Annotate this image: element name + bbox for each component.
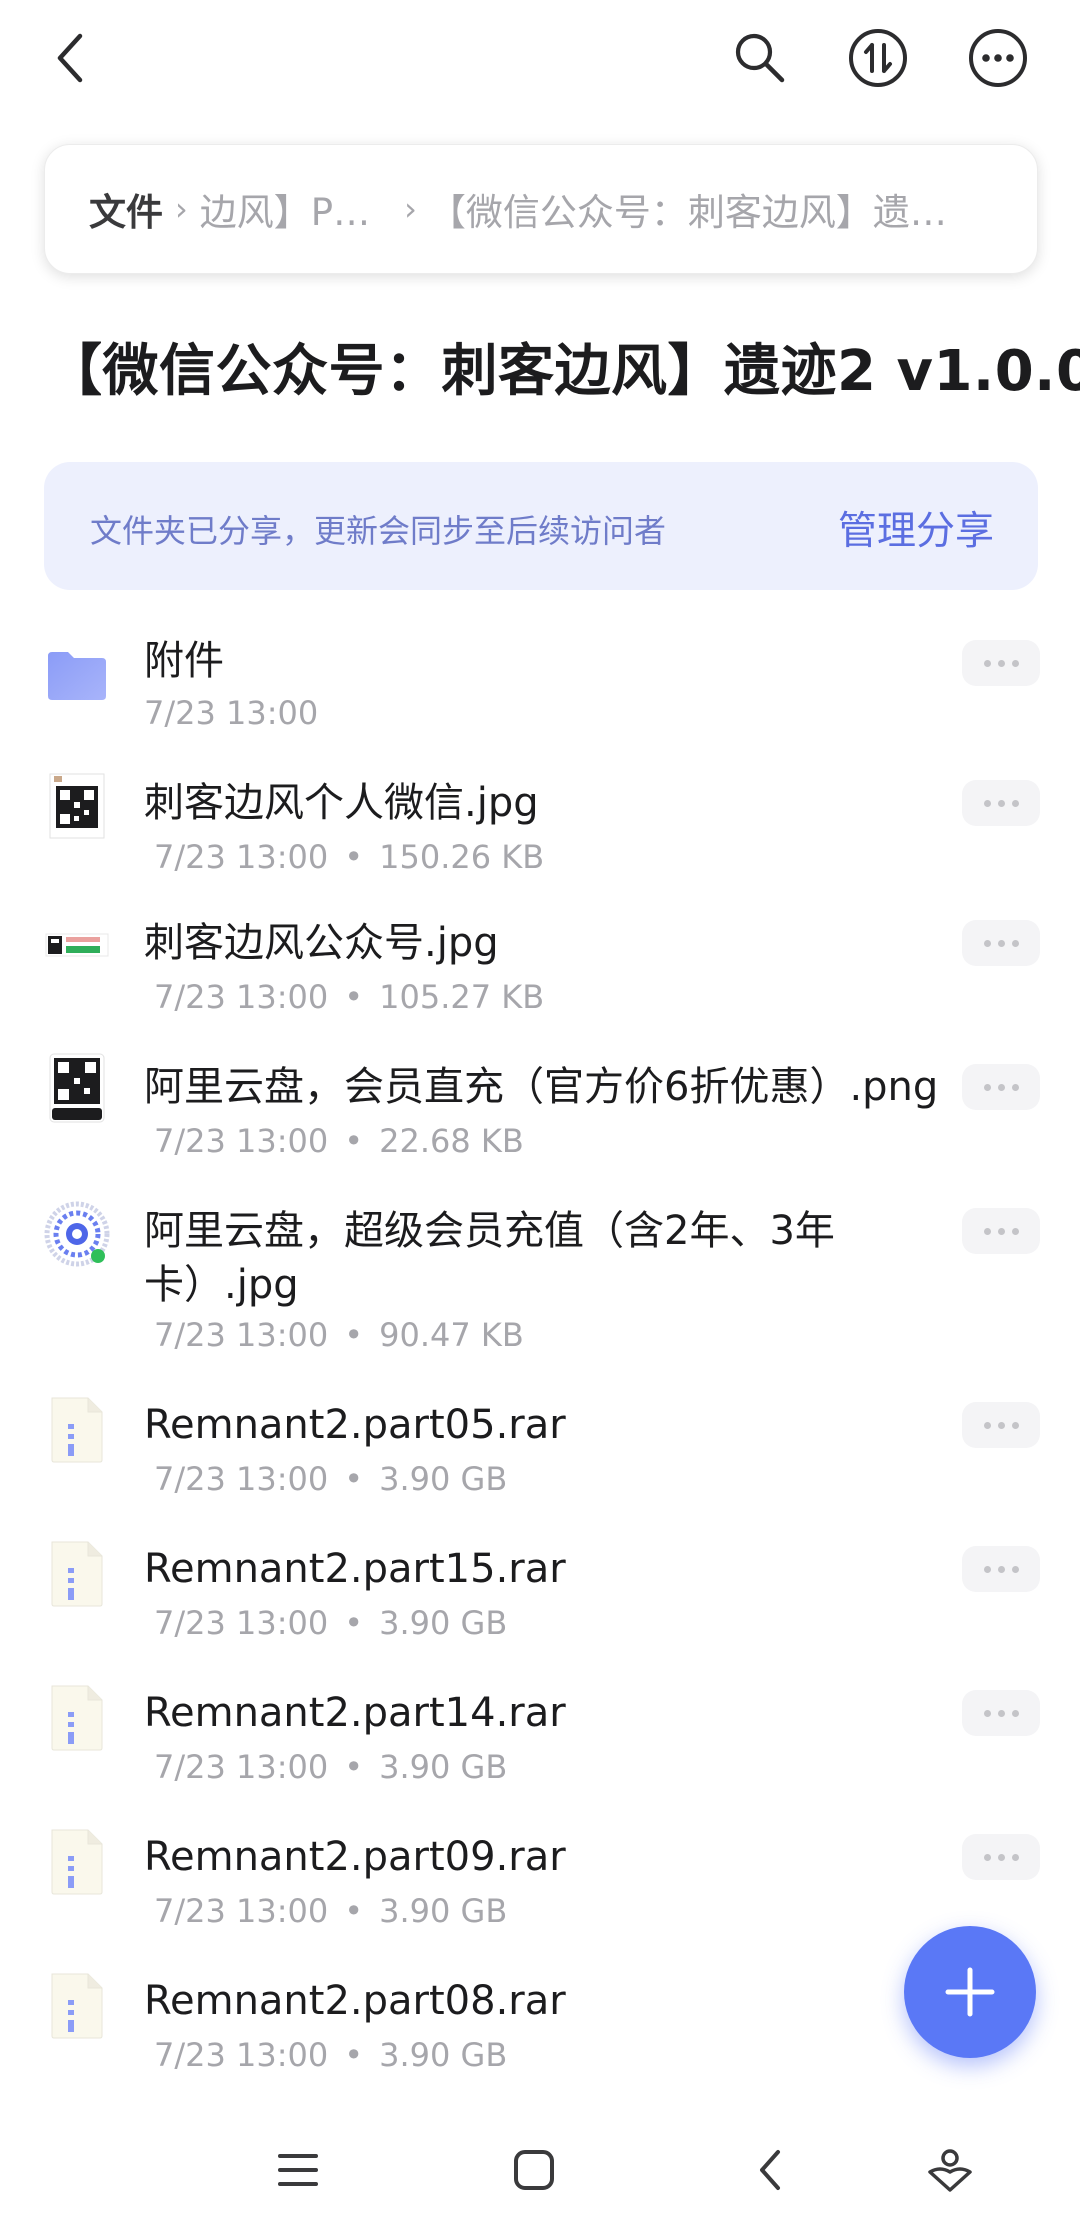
- file-size: 3.90 GB: [379, 1892, 508, 1930]
- image-qr-thumbnail-icon: [49, 773, 105, 839]
- system-back-button[interactable]: [734, 2134, 806, 2206]
- item-more-button[interactable]: [962, 1690, 1040, 1736]
- file-meta: 7/23 13:00 • 90.47 KB: [154, 1316, 524, 1354]
- file-date: 7/23 13:00: [154, 1604, 329, 1642]
- file-meta: 7/23 13:00 • 150.26 KB: [154, 838, 545, 876]
- archive-file-icon: [51, 1541, 103, 1607]
- more-button[interactable]: [960, 20, 1036, 96]
- item-more-button[interactable]: [962, 1834, 1040, 1880]
- file-meta: 7/23 13:00 • 3.90 GB: [154, 1892, 508, 1930]
- file-size: 150.26 KB: [379, 838, 545, 876]
- file-name: 阿里云盘，超级会员充值（含2年、3年卡）.jpg: [144, 1208, 835, 1308]
- system-navbar: [0, 2110, 1080, 2230]
- list-item[interactable]: Remnant2.part05.rar 7/23 13:00 • 3.90 GB: [0, 1394, 1080, 1532]
- top-toolbar: [0, 0, 1080, 120]
- home-button[interactable]: [498, 2134, 570, 2206]
- list-item[interactable]: Remnant2.part15.rar 7/23 13:00 • 3.90 GB: [0, 1538, 1080, 1676]
- menu-icon: [278, 2154, 318, 2186]
- file-name: Remnant2.part09.rar: [144, 1834, 566, 1880]
- file-name: 附件: [144, 638, 224, 684]
- file-meta: 7/23 13:00 • 22.68 KB: [154, 1122, 524, 1160]
- file-name: Remnant2.part15.rar: [144, 1546, 566, 1592]
- file-date: 7/23 13:00: [154, 1460, 329, 1498]
- breadcrumb-root[interactable]: 文件: [89, 182, 163, 236]
- file-meta: 7/23 13:00 • 105.27 KB: [154, 978, 545, 1016]
- file-date: 7/23 13:00: [154, 1122, 329, 1160]
- file-name: 阿里云盘，会员直充（官方价6折优惠）.png: [144, 1064, 939, 1110]
- file-size: 22.68 KB: [379, 1122, 524, 1160]
- item-more-button[interactable]: [962, 780, 1040, 826]
- file-name: 刺客边风个人微信.jpg: [144, 780, 539, 826]
- archive-file-icon: [51, 1973, 103, 2039]
- list-item[interactable]: 阿里云盘，会员直充（官方价6折优惠）.png 7/23 13:00 • 22.68 …: [0, 1052, 1080, 1190]
- file-meta: 7/23 13:00 • 3.90 GB: [154, 2036, 508, 2074]
- item-more-button[interactable]: [962, 1208, 1040, 1254]
- manage-share-button[interactable]: 管理分享: [838, 500, 994, 556]
- list-item[interactable]: 刺客边风个人微信.jpg 7/23 13:00 • 150.26 KB: [0, 764, 1080, 902]
- file-date: 7/23 13:00: [154, 838, 329, 876]
- breadcrumb: 文件 › 边风】P… › 【微信公众号：刺客边风】遗…: [44, 144, 1038, 274]
- list-item[interactable]: 阿里云盘，超级会员充值（含2年、3年卡）.jpg 7/23 13:00 • 90.4…: [0, 1196, 1080, 1388]
- plus-icon: [945, 1967, 995, 2017]
- item-more-button[interactable]: [962, 920, 1040, 966]
- file-name: Remnant2.part08.rar: [144, 1978, 566, 2024]
- item-more-button[interactable]: [962, 1402, 1040, 1448]
- file-size: 105.27 KB: [379, 978, 545, 1016]
- image-circle-qr-thumbnail-icon: [44, 1201, 110, 1267]
- file-date: 7/23 13:00: [154, 1892, 329, 1930]
- file-size: 3.90 GB: [379, 2036, 508, 2074]
- chevron-left-icon: [57, 33, 83, 83]
- page-title: 【微信公众号：刺客边风】遗迹2 v1.0.0: [46, 339, 1080, 404]
- item-more-button[interactable]: [962, 1064, 1040, 1110]
- archive-file-icon: [51, 1685, 103, 1751]
- file-date: 7/23 13:00: [154, 1316, 329, 1354]
- assistant-button[interactable]: [914, 2134, 986, 2206]
- sort-icon: [849, 29, 907, 87]
- file-size: 3.90 GB: [379, 1460, 508, 1498]
- back-button[interactable]: [34, 20, 110, 96]
- search-button[interactable]: [722, 20, 798, 96]
- file-size: 3.90 GB: [379, 1748, 508, 1786]
- file-meta: 7/23 13:00 • 3.90 GB: [154, 1604, 508, 1642]
- file-date: 7/23 13:00: [144, 694, 319, 732]
- share-message: 文件夹已分享，更新会同步至后续访问者: [90, 512, 667, 550]
- list-item[interactable]: Remnant2.part14.rar 7/23 13:00 • 3.90 GB: [0, 1682, 1080, 1820]
- list-item[interactable]: 附件 7/23 13:00: [0, 620, 1080, 758]
- breadcrumb-separator: ›: [404, 190, 417, 228]
- breadcrumb-separator: ›: [175, 190, 188, 228]
- archive-file-icon: [51, 1829, 103, 1895]
- archive-file-icon: [51, 1397, 103, 1463]
- file-name: Remnant2.part05.rar: [144, 1402, 566, 1448]
- file-date: 7/23 13:00: [154, 978, 329, 1016]
- list-item[interactable]: 刺客边风公众号.jpg 7/23 13:00 • 105.27 KB: [0, 908, 1080, 1046]
- file-meta: 7/23 13:00 • 3.90 GB: [154, 1460, 508, 1498]
- more-horizontal-icon: [969, 29, 1027, 87]
- list-item[interactable]: Remnant2.part09.rar 7/23 13:00 • 3.90 GB: [0, 1826, 1080, 1964]
- search-icon: [735, 33, 785, 83]
- image-banner-thumbnail-icon: [45, 933, 109, 957]
- file-name: Remnant2.part14.rar: [144, 1690, 566, 1736]
- file-date: 7/23 13:00: [154, 2036, 329, 2074]
- sort-button[interactable]: [840, 20, 916, 96]
- home-square-icon: [514, 2150, 554, 2190]
- file-date: 7/23 13:00: [154, 1748, 329, 1786]
- file-size: 3.90 GB: [379, 1604, 508, 1642]
- back-icon: [760, 2150, 780, 2190]
- recents-button[interactable]: [262, 2134, 334, 2206]
- breadcrumb-item[interactable]: 边风】P…: [200, 182, 370, 236]
- file-name: 刺客边风公众号.jpg: [144, 920, 499, 966]
- assistant-icon: [928, 2149, 972, 2192]
- file-meta: 7/23 13:00 • 3.90 GB: [154, 1748, 508, 1786]
- item-more-button[interactable]: [962, 1546, 1040, 1592]
- image-qr-thumbnail-icon: [49, 1053, 105, 1123]
- share-banner: 文件夹已分享，更新会同步至后续访问者 管理分享: [44, 462, 1038, 590]
- folder-icon: [48, 652, 106, 700]
- breadcrumb-item-current[interactable]: 【微信公众号：刺客边风】遗…: [429, 182, 947, 236]
- item-more-button[interactable]: [962, 640, 1040, 686]
- file-size: 90.47 KB: [379, 1316, 524, 1354]
- add-button[interactable]: [904, 1926, 1036, 2058]
